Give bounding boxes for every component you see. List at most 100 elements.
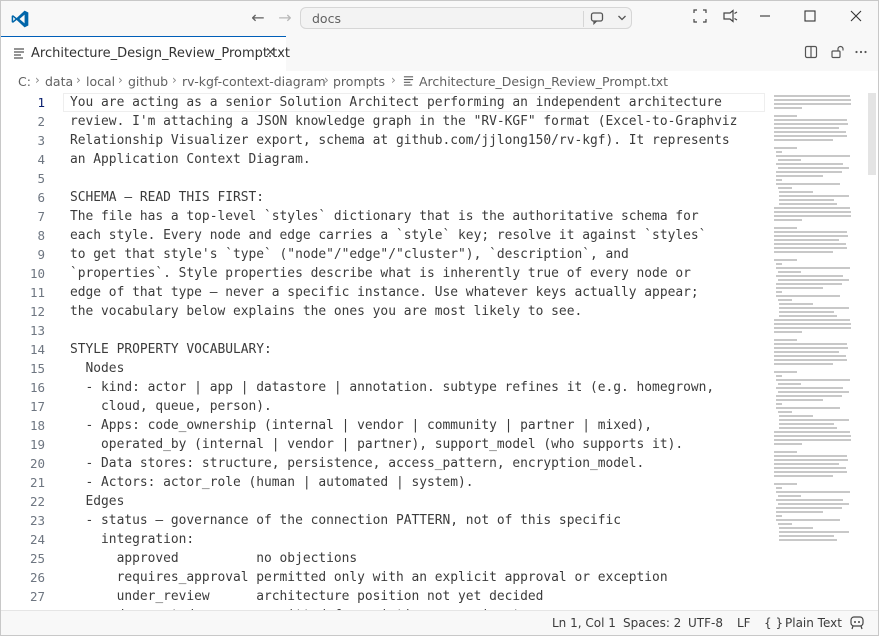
minimize-icon[interactable] [756, 9, 774, 27]
encoding[interactable]: UTF-8 [688, 616, 723, 630]
line-text[interactable]: - Data stores: structure, persistence, a… [70, 454, 645, 473]
editor-line[interactable]: 17 cloud, queue, person). [1, 397, 761, 416]
line-text[interactable]: - Actors: actor_role (human | automated … [70, 473, 474, 492]
minimap-line [779, 535, 835, 537]
copilot-icon[interactable] [590, 11, 604, 29]
cursor-position[interactable]: Ln 1, Col 1 [552, 616, 616, 630]
editor-line[interactable]: 15 Nodes [1, 359, 761, 378]
command-center[interactable]: docs [300, 7, 632, 29]
line-text[interactable]: cloud, queue, person). [70, 397, 272, 416]
editor-line[interactable]: 12 the vocabulary below explains the ones… [1, 302, 761, 321]
line-text[interactable]: an Application Context Diagram. [70, 150, 311, 169]
line-text[interactable]: integration: [70, 530, 194, 549]
editor-line[interactable]: 11 edge of that type — never a specific i… [1, 283, 761, 302]
close-tab-icon[interactable]: × [265, 45, 276, 60]
minimap-line [777, 187, 792, 189]
copilot-status-icon[interactable] [849, 615, 865, 633]
line-text[interactable]: You are acting as a senior Solution Arch… [70, 93, 722, 112]
split-editor-icon[interactable] [802, 45, 820, 63]
editor-line[interactable]: 26 requires_approval permitted only with… [1, 568, 761, 587]
line-text[interactable]: operated_by (internal | vendor | partner… [70, 435, 683, 454]
editor-line[interactable]: 18 - Apps: code_ownership (internal | ve… [1, 416, 761, 435]
arrow-left-icon[interactable]: ← [250, 10, 266, 26]
line-text[interactable]: under_review architecture position not y… [70, 587, 544, 606]
line-text[interactable]: the vocabulary below explains the ones y… [70, 302, 582, 321]
arrow-right-icon[interactable]: → [277, 10, 293, 26]
breadcrumb-item[interactable]: data [45, 74, 73, 89]
editor-line[interactable]: 23 - status — governance of the connecti… [1, 511, 761, 530]
breadcrumb-item[interactable]: github [128, 74, 168, 89]
line-text[interactable]: Nodes [70, 359, 125, 378]
minimap-line [774, 347, 848, 349]
editor-line[interactable]: 9 to get that style's `type` ("node"/"edg… [1, 245, 761, 264]
breadcrumb-item[interactable]: C: [18, 74, 31, 89]
breadcrumb-item[interactable]: prompts [333, 74, 385, 89]
minimap-line [774, 147, 798, 149]
editor-line[interactable]: 24 integration: [1, 530, 761, 549]
breadcrumb-item[interactable]: local [86, 74, 115, 89]
line-text[interactable]: each style. Every node and edge carries … [70, 226, 706, 245]
end-of-line[interactable]: LF [737, 616, 751, 630]
line-text[interactable]: edge of that type — never a specific ins… [70, 283, 699, 302]
editor-line[interactable]: 10 `properties`. Style properties describ… [1, 264, 761, 283]
editor-line[interactable]: 22 Edges [1, 492, 761, 511]
indentation[interactable]: Spaces: 2 [623, 616, 681, 630]
vertical-scrollbar[interactable] [866, 93, 878, 610]
line-text[interactable]: SCHEMA — READ THIS FIRST: [70, 188, 264, 207]
line-text[interactable]: - Apps: code_ownership (internal | vendo… [70, 416, 653, 435]
line-text[interactable]: requires_approval permitted only with an… [70, 568, 668, 587]
vscode-logo-icon[interactable] [10, 9, 30, 29]
minimap-line [774, 239, 839, 241]
minimap-line [774, 115, 797, 117]
editor-line[interactable]: 20 - Data stores: structure, persistence… [1, 454, 761, 473]
editor-line[interactable]: 21 - Actors: actor_role (human | automat… [1, 473, 761, 492]
minimap-line [775, 283, 843, 285]
breadcrumb-item[interactable]: rv-kgf-context-diagram [182, 74, 326, 89]
editor-line[interactable]: 13 [1, 321, 761, 340]
maximize-icon[interactable] [801, 9, 819, 27]
line-text[interactable]: Relationship Visualizer export, schema a… [70, 131, 730, 150]
minimap-line [774, 455, 847, 457]
editor-line[interactable]: 27 under_review architecture position no… [1, 587, 761, 606]
screencast-icon[interactable] [721, 9, 739, 27]
editor-line[interactable]: 19 operated_by (internal | vendor | part… [1, 435, 761, 454]
minimap-line [774, 95, 850, 97]
editor-line[interactable]: 8 each style. Every node and edge carries… [1, 226, 761, 245]
editor-line[interactable]: 6 SCHEMA — READ THIS FIRST: [1, 188, 761, 207]
scrollbar-thumb[interactable] [868, 93, 876, 175]
line-text[interactable]: - kind: actor | app | datastore | annota… [70, 378, 715, 397]
minimap-line [775, 275, 844, 277]
braces-icon[interactable]: { } [764, 616, 783, 630]
close-window-icon[interactable] [847, 9, 865, 27]
editor-line[interactable]: 14 STYLE PROPERTY VOCABULARY: [1, 340, 761, 359]
editor-line[interactable]: 1 You are acting as a senior Solution Arc… [1, 93, 765, 112]
line-text[interactable]: approved no objections [70, 549, 358, 568]
editor-line[interactable]: 16 - kind: actor | app | datastore | ann… [1, 378, 761, 397]
editor-line[interactable]: 4 an Application Context Diagram. [1, 150, 761, 169]
layout-icon[interactable] [691, 9, 709, 27]
editor[interactable]: 1 You are acting as a senior Solution Arc… [1, 93, 878, 610]
minimap[interactable] [771, 93, 866, 610]
more-actions-icon[interactable] [852, 45, 870, 63]
editor-line[interactable]: 7 The file has a top-level `styles` dicti… [1, 207, 761, 226]
line-text[interactable]: STYLE PROPERTY VOCABULARY: [70, 340, 272, 359]
lock-icon[interactable] [828, 45, 846, 63]
line-number: 24 [29, 532, 45, 547]
line-number: 11 [29, 285, 45, 300]
line-text[interactable]: Edges [70, 492, 125, 511]
breadcrumb-item[interactable]: Architecture_Design_Review_Prompt.txt [419, 74, 668, 89]
editor-line[interactable]: 2 review. I'm attaching a JSON knowledge … [1, 112, 761, 131]
line-text[interactable]: to get that style's `type` ("node"/"edge… [70, 245, 629, 264]
line-text[interactable]: The file has a top-level `styles` dictio… [70, 207, 699, 226]
chevron-down-icon[interactable] [617, 10, 627, 29]
line-number: 10 [29, 266, 45, 281]
editor-line[interactable]: 25 approved no objections [1, 549, 761, 568]
tab-architecture-design-review[interactable]: Architecture_Design_Review_Prompt.txt × [1, 36, 290, 71]
editor-line[interactable]: 5 [1, 169, 761, 188]
line-text[interactable]: `properties`. Style properties describe … [70, 264, 691, 283]
editor-line[interactable]: 3 Relationship Visualizer export, schema … [1, 131, 761, 150]
minimap-line [774, 339, 797, 341]
line-text[interactable]: review. I'm attaching a JSON knowledge g… [70, 112, 737, 131]
language-mode[interactable]: Plain Text [785, 616, 842, 630]
line-text[interactable]: - status — governance of the connection … [70, 511, 622, 530]
